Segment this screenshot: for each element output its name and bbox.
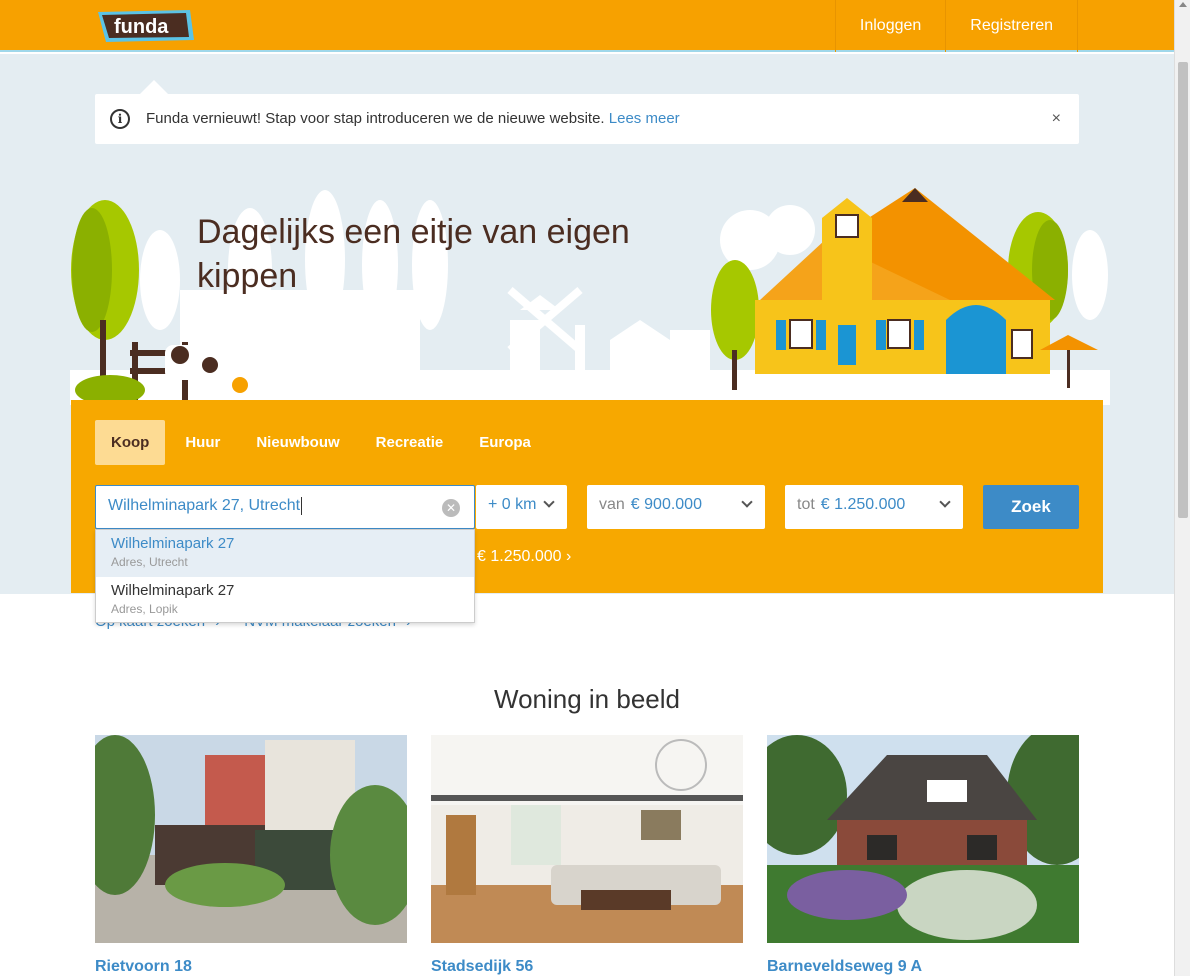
scroll-up-arrow-icon[interactable] [1179, 2, 1187, 7]
tab-huur[interactable]: Huur [169, 420, 236, 465]
hero-title: Dagelijks een eitje van eigen kippen [197, 213, 630, 295]
section-title: Woning in beeld [494, 684, 680, 714]
option-title: Wilhelminapark 27 [111, 582, 235, 599]
option-subtitle: Adres, Utrecht [111, 555, 188, 569]
price-from-label: van [599, 496, 625, 513]
radius-select[interactable]: + 0 km [476, 485, 567, 529]
property-name[interactable]: Stadsedijk 56 [431, 958, 743, 976]
autocomplete-dropdown: Wilhelminapark 27 Adres, Utrecht Wilhelm… [95, 529, 475, 623]
chevron-down-icon [741, 496, 753, 508]
search-tabs: Koop Huur Nieuwbouw Recreatie Europa [95, 420, 551, 465]
clear-input-icon[interactable]: ✕ [442, 499, 460, 517]
price-from-value: € 900.000 [630, 496, 702, 513]
tab-europa[interactable]: Europa [463, 420, 547, 465]
page-scrollbar[interactable] [1174, 0, 1190, 976]
radius-value: + 0 km [488, 496, 537, 513]
tab-recreatie[interactable]: Recreatie [360, 420, 460, 465]
login-link[interactable]: Inloggen [834, 0, 945, 52]
register-link[interactable]: Registreren [945, 0, 1078, 52]
property-name[interactable]: Rietvoorn 18 [95, 958, 407, 976]
info-icon: i [110, 109, 130, 129]
header-nav: Inloggen Registreren [834, 0, 1078, 52]
property-card[interactable]: Stadsedijk 56 [431, 735, 743, 976]
notice-caret [140, 80, 168, 94]
notice-message: Funda vernieuwt! Stap voor stap introduc… [146, 110, 605, 127]
close-icon[interactable]: × [1052, 110, 1061, 128]
scroll-thumb[interactable] [1178, 62, 1188, 518]
tab-koop[interactable]: Koop [95, 420, 166, 465]
search-input-value: Wilhelminapark 27, Utrecht [108, 497, 301, 515]
chevron-down-icon [543, 496, 555, 508]
chevron-down-icon [939, 496, 951, 508]
tab-nieuwbouw[interactable]: Nieuwbouw [240, 420, 355, 465]
recent-search-text: € 1.250.000 [477, 548, 562, 565]
property-photo[interactable] [431, 735, 743, 943]
price-to-select[interactable]: tot € 1.250.000 [785, 485, 963, 529]
option-subtitle: Adres, Lopik [111, 602, 178, 616]
notice-read-more-link[interactable]: Lees meer [609, 110, 680, 127]
autocomplete-option[interactable]: Wilhelminapark 27 Adres, Lopik [96, 577, 474, 624]
option-title: Wilhelminapark 27 [111, 535, 235, 552]
search-button[interactable]: Zoek [983, 485, 1079, 529]
property-photo[interactable] [75, 735, 420, 943]
price-from-select[interactable]: van € 900.000 [587, 485, 765, 529]
property-card[interactable]: Barneveldseweg 9 A [747, 725, 1107, 976]
location-search-input[interactable]: Wilhelminapark 27, Utrecht ✕ [95, 485, 475, 529]
property-name[interactable]: Barneveldseweg 9 A [767, 958, 1079, 976]
property-photo[interactable] [747, 725, 1107, 943]
notice-banner: i Funda vernieuwt! Stap voor stap introd… [95, 94, 1079, 144]
notice-text: Funda vernieuwt! Stap voor stap introduc… [146, 110, 680, 127]
property-card[interactable]: Rietvoorn 18 [75, 735, 420, 976]
funda-logo[interactable]: funda [96, 8, 196, 44]
top-header: funda Inloggen Registreren [0, 0, 1174, 52]
autocomplete-option[interactable]: Wilhelminapark 27 Adres, Utrecht [96, 530, 474, 577]
recent-search-link[interactable]: € 1.250.000 › [477, 548, 571, 566]
price-to-value: € 1.250.000 [820, 496, 906, 513]
price-to-label: tot [797, 496, 815, 513]
text-cursor [301, 497, 303, 515]
svg-text:funda: funda [114, 16, 169, 38]
